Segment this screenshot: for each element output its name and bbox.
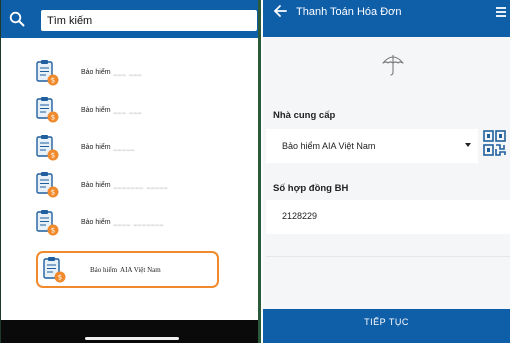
clipboard-document-icon: $ [36,134,59,161]
list-item-suffix: _______ _____ [113,182,169,189]
clipboard-document-icon: $ [36,172,59,198]
home-indicator[interactable] [85,337,179,340]
list-item-label: Bảo hiểm [81,69,111,77]
umbrella-icon [381,52,405,83]
contract-number-label: Số hợp đồng BH [273,183,349,194]
list-item-label: Bảo hiểm [90,265,118,274]
qr-code-icon[interactable] [483,129,507,164]
list-item[interactable]: $ Bảo hiểm ___ ___ [31,54,231,92]
app-header: Thanh Toán Hóa Đơn [263,0,510,37]
continue-button[interactable]: TIẾP TỤC [263,309,510,343]
list-item-suffix: ___ ___ [113,107,143,114]
clipboard-document-icon: $ [36,59,59,86]
contract-number-value: 2128229 [282,211,318,221]
arrow-left-icon[interactable] [273,4,287,23]
svg-text:$: $ [51,151,55,159]
svg-text:$: $ [51,226,55,234]
svg-text:$: $ [58,273,62,281]
provider-select[interactable]: Bảo hiểm AIA Việt Nam [266,129,478,163]
clipboard-document-icon: $ [36,97,59,123]
provider-label: Nhà cung cấp [273,110,336,121]
list-item[interactable]: $ Bảo hiểm ____ _______ [31,204,231,242]
svg-text:$: $ [51,76,55,84]
page-title: Thanh Toán Hóa Đơn [296,6,402,18]
insurance-picker-pane: $ Bảo hiểm ___ ___ $ Bảo hiểm ___ ___ [0,0,261,343]
insurance-list: $ Bảo hiểm ___ ___ $ Bảo hiểm ___ ___ $ … [31,54,231,242]
svg-text:$: $ [51,114,55,122]
bill-payment-pane: Thanh Toán Hóa Đơn Nhà cung cấp Bảo hiểm… [263,0,510,343]
list-item-label: Bảo hiểm [81,181,111,189]
list-item-label: Bảo hiểm [81,219,111,227]
contract-number-input[interactable]: 2128229 [266,200,510,234]
divider [266,256,510,257]
search-icon[interactable] [9,11,25,32]
svg-text:$: $ [51,189,55,197]
list-item[interactable]: $ Bảo hiểm _______ _____ [31,167,231,205]
list-item[interactable]: $ Bảo hiểm _____ [31,129,231,167]
caret-down-icon [465,143,471,147]
list-item-suffix: ___ ___ [113,70,143,77]
search-header [1,0,258,38]
list-item-selected[interactable]: $ Bảo hiểm AIA Việt Nam [36,251,219,288]
list-item[interactable]: $ Bảo hiểm ___ ___ [31,92,231,130]
list-item-label: Bảo hiểm [81,144,111,152]
list-item-suffix: AIA Việt Nam [120,265,161,274]
clipboard-document-icon: $ [43,256,66,282]
hamburger-menu-icon[interactable] [494,5,508,24]
list-item-suffix: _____ [113,145,136,152]
list-item-suffix: ____ _______ [113,220,164,227]
provider-value: Bảo hiểm AIA Việt Nam [282,141,376,151]
list-item-label: Bảo hiểm [81,106,111,114]
clipboard-document-icon: $ [36,209,59,236]
search-input[interactable] [41,10,257,31]
